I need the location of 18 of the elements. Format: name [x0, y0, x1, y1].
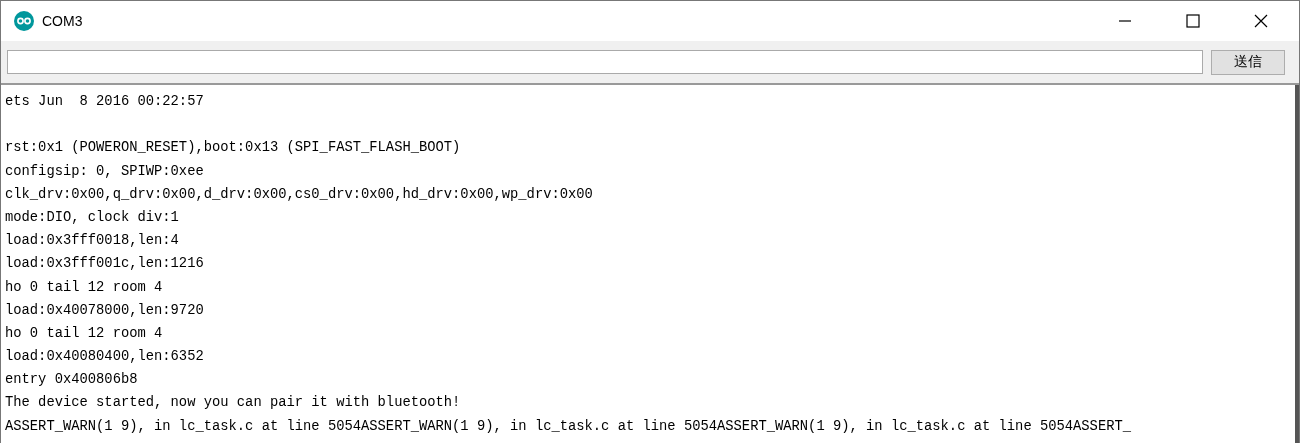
- output-line: entry 0x400806b8: [5, 372, 138, 388]
- send-button[interactable]: 送信: [1211, 49, 1285, 75]
- app-logo-icon: [14, 11, 34, 31]
- output-line: clk_drv:0x00,q_drv:0x00,d_drv:0x00,cs0_drv:0x00,hd_drv:0x00,wp_drv:0x00: [5, 186, 593, 202]
- output-line: rst:0x1 (POWERON_RESET),boot:0x13 (SPI_FAST_FLASH_BOOT): [5, 140, 461, 156]
- input-field[interactable]: [7, 50, 1203, 74]
- output-line: ASSERT_WARN(1 9), in lc_task.c at line 5054ASSERT_WARN(1 9), in lc_task.c at line 5054ASSERT_WARN(1 9), in lc_task.c at line 5054ASSERT_: [5, 418, 1131, 434]
- output-line: The device started, now you can pair it with bluetooth!: [5, 395, 461, 411]
- output-line: load:0x3fff001c,len:1216: [5, 256, 204, 272]
- output-line: ho 0 tail 12 room 4: [5, 325, 163, 341]
- output-line: load:0x3fff0018,len:4: [5, 233, 179, 249]
- output-line: ets Jun 8 2016 00:22:57: [5, 94, 204, 109]
- output-line: mode:DIO, clock div:1: [5, 209, 179, 225]
- output-line: load:0x40080400,len:6352: [5, 349, 204, 365]
- output-line: load:0x40078000,len:9720: [5, 302, 204, 318]
- output-line: configsip: 0, SPIWP:0xee: [5, 163, 204, 179]
- output-line: ho 0 tail 12 room 4: [5, 279, 163, 295]
- window-title: COM3: [42, 13, 83, 29]
